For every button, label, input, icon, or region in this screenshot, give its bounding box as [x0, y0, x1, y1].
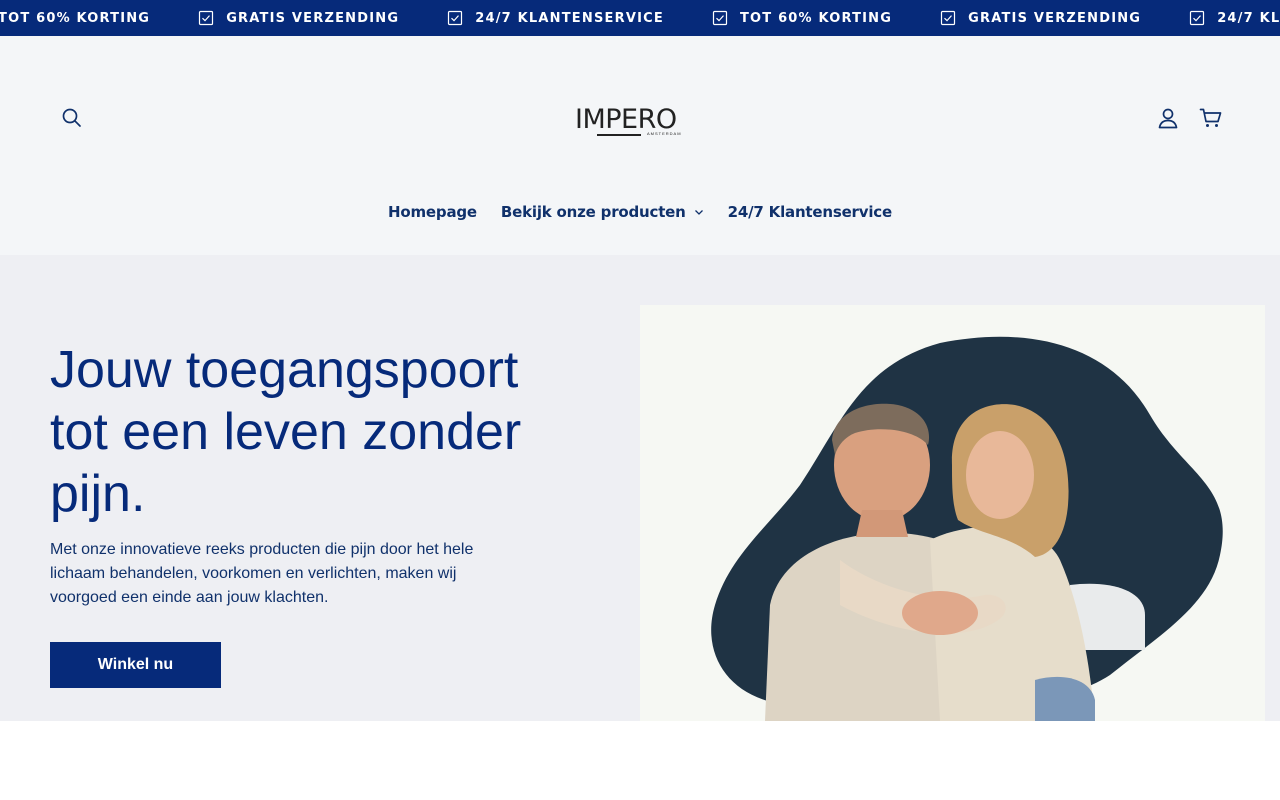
site-header: IMPERO AMSTERDAM Homepage Bekijk onze pr… [0, 36, 1280, 255]
chevron-down-icon [694, 210, 703, 215]
nav-item-products[interactable]: Bekijk onze producten [501, 200, 704, 224]
announcement-item: 24/7 KLANTENSERVICE [447, 0, 664, 36]
search-button[interactable] [60, 106, 84, 130]
search-icon [62, 108, 81, 127]
checkbox-icon [712, 10, 728, 26]
account-icon [1158, 108, 1178, 129]
announcement-text: 24/7 KLANTENSERVICE [475, 10, 664, 26]
hero-illustration [711, 336, 1223, 721]
announcement-item: TOT 60% KORTING [712, 0, 892, 36]
hero-image [640, 305, 1265, 721]
announcement-text: GRATIS VERZENDING [968, 10, 1142, 26]
hands [902, 591, 978, 635]
nav-item-label: Homepage [388, 203, 477, 221]
hero-title: Jouw toegangspoort tot een leven zonder … [50, 341, 522, 523]
account-button[interactable] [1156, 106, 1180, 130]
announcement-text: 24/7 KLANTENSERVICE [1217, 10, 1280, 26]
announcement-text: TOT 60% KORTING [0, 10, 151, 26]
site-logo[interactable]: IMPERO AMSTERDAM [575, 105, 687, 139]
woman-face [966, 431, 1034, 519]
announcement-text: TOT 60% KORTING [739, 10, 893, 26]
announcement-item: 24/7 KLANTENSERVICE [1189, 0, 1280, 36]
man-neck [856, 510, 908, 537]
logo-subtext: AMSTERDAM [647, 131, 682, 136]
hero-subtitle: Met onze innovatieve reeks producten die… [50, 541, 474, 606]
announcement-track: TOT 60% KORTING GRATIS VERZENDING 24/7 K… [0, 0, 1280, 36]
main-nav: Homepage Bekijk onze producten 24/7 Klan… [0, 200, 1280, 224]
announcement-bar: TOT 60% KORTING GRATIS VERZENDING 24/7 K… [0, 0, 1280, 36]
nav-item-homepage[interactable]: Homepage [388, 200, 477, 224]
announcement-item: GRATIS VERZENDING [940, 0, 1141, 36]
announcement-item: GRATIS VERZENDING [198, 0, 399, 36]
checkbox-icon [448, 10, 463, 26]
announcement-item: TOT 60% KORTING [0, 0, 150, 36]
checkbox-icon [1190, 10, 1205, 26]
logo-underline [597, 134, 641, 136]
nav-item-label: Bekijk onze producten [500, 203, 686, 221]
hero-section: Jouw toegangspoort tot een leven zonder … [0, 255, 1280, 721]
nav-item-customer-service[interactable]: 24/7 Klantenservice [728, 200, 892, 224]
shop-now-button[interactable]: Winkel nu [50, 642, 221, 688]
announcement-text: GRATIS VERZENDING [226, 10, 400, 26]
cart-button[interactable] [1199, 106, 1223, 130]
cart-icon [1199, 108, 1222, 127]
checkbox-icon [941, 10, 956, 26]
nav-item-label: 24/7 Klantenservice [727, 203, 892, 221]
checkbox-icon [199, 10, 214, 26]
